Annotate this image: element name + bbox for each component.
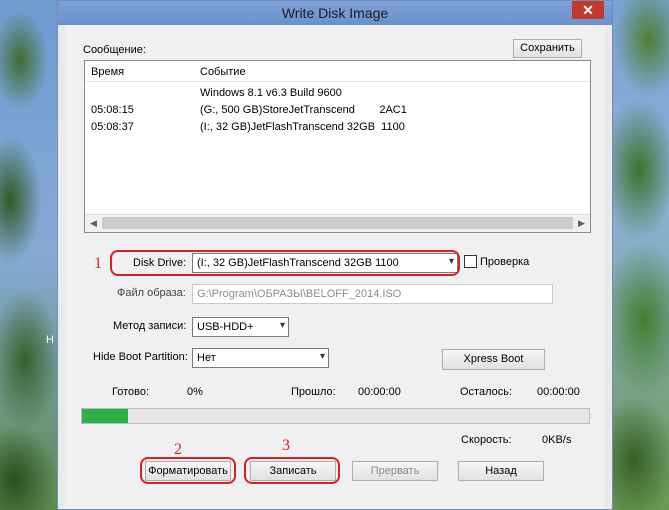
chevron-down-icon: ▾ bbox=[279, 320, 285, 331]
desktop-icon-label: H bbox=[46, 334, 54, 346]
column-header-time[interactable]: Время bbox=[91, 66, 124, 78]
annotation-oval-disk-drive bbox=[110, 250, 460, 276]
chevron-down-icon: ▾ bbox=[319, 351, 325, 362]
image-file-value: G:\Program\ОБРАЗЫ\BELOFF_2014.ISO bbox=[197, 288, 402, 300]
speed-label: Скорость: bbox=[461, 434, 512, 446]
write-method-value: USB-HDD+ bbox=[197, 321, 254, 333]
annotation-oval-format bbox=[140, 457, 236, 484]
log-time: 05:08:15 bbox=[91, 104, 134, 116]
scroll-right-icon[interactable]: ▶ bbox=[573, 215, 590, 232]
annotation-number-3: 3 bbox=[282, 437, 290, 454]
window-title: Write Disk Image bbox=[281, 5, 389, 21]
write-method-select[interactable]: USB-HDD+ ▾ bbox=[192, 317, 289, 337]
hide-boot-value: Нет bbox=[197, 352, 216, 364]
remaining-label: Осталось: bbox=[460, 386, 513, 398]
column-header-event[interactable]: Событие bbox=[200, 66, 246, 78]
hide-boot-label: Hide Boot Partition: bbox=[93, 351, 188, 363]
log-row: 05:08:15 (G:, 500 GB)StoreJetTranscend 2… bbox=[85, 104, 590, 120]
save-log-button[interactable]: Сохранить bbox=[513, 39, 582, 58]
title-bar[interactable]: Write Disk Image ✕ bbox=[58, 1, 612, 25]
scroll-thumb[interactable] bbox=[102, 217, 573, 229]
verify-checkbox[interactable] bbox=[464, 255, 477, 268]
desktop-background-left bbox=[0, 0, 58, 510]
progress-bar-fill bbox=[82, 409, 128, 423]
speed-value: 0KB/s bbox=[542, 434, 572, 446]
hide-boot-select[interactable]: Нет ▾ bbox=[192, 348, 329, 368]
close-button[interactable]: ✕ bbox=[572, 1, 604, 19]
log-label: Сообщение: bbox=[83, 44, 146, 56]
log-event: (G:, 500 GB)StoreJetTranscend 2AC1 bbox=[200, 104, 407, 116]
scroll-left-icon[interactable]: ◀ bbox=[85, 215, 102, 232]
ready-label: Готово: bbox=[112, 386, 150, 398]
log-row: 05:08:37 (I:, 32 GB)JetFlashTranscend 32… bbox=[85, 121, 590, 137]
write-method-label: Метод записи: bbox=[113, 320, 187, 332]
image-file-label: Файл образа: bbox=[117, 287, 186, 299]
xpress-boot-button[interactable]: Xpress Boot bbox=[442, 349, 545, 370]
log-event: (I:, 32 GB)JetFlashTranscend 32GB 1100 bbox=[200, 121, 405, 133]
log-time: 05:08:37 bbox=[91, 121, 134, 133]
elapsed-value: 00:00:00 bbox=[358, 386, 401, 398]
back-button[interactable]: Назад bbox=[458, 461, 544, 481]
annotation-oval-write bbox=[244, 457, 340, 484]
image-file-field[interactable]: G:\Program\ОБРАЗЫ\BELOFF_2014.ISO bbox=[192, 284, 553, 304]
progress-bar bbox=[81, 408, 590, 424]
remaining-value: 00:00:00 bbox=[537, 386, 580, 398]
message-log[interactable]: Время Событие Windows 8.1 v6.3 Build 960… bbox=[84, 60, 591, 233]
log-header: Время Событие bbox=[85, 61, 590, 82]
log-event: Windows 8.1 v6.3 Build 9600 bbox=[200, 87, 342, 99]
elapsed-label: Прошло: bbox=[291, 386, 336, 398]
horizontal-scrollbar[interactable]: ◀ ▶ bbox=[85, 214, 590, 232]
close-icon: ✕ bbox=[582, 2, 594, 18]
annotation-number-1: 1 bbox=[94, 255, 102, 272]
verify-label: Проверка bbox=[480, 256, 530, 268]
log-row: Windows 8.1 v6.3 Build 9600 bbox=[85, 87, 590, 103]
abort-button[interactable]: Прервать bbox=[352, 461, 438, 481]
ready-value: 0% bbox=[187, 386, 203, 398]
